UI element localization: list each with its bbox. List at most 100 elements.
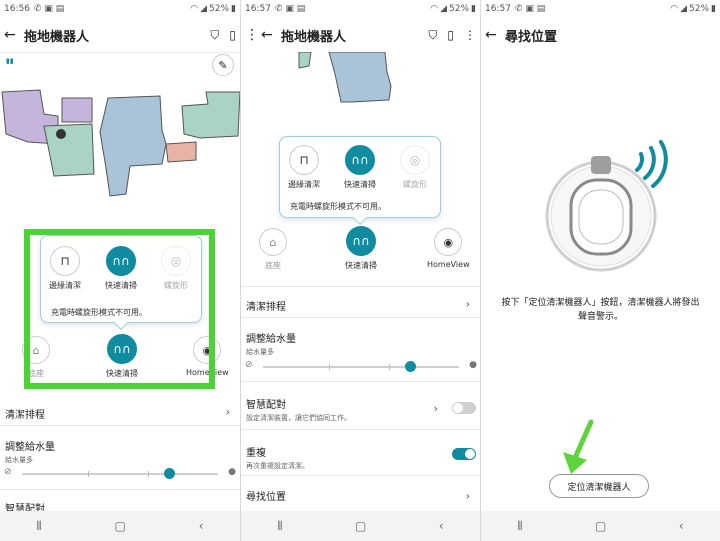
status-time: 16:57 xyxy=(485,4,511,14)
signal-icon: ◢ xyxy=(200,4,208,14)
app-bar: ⋮ ← 拖地機器人 ⛉ ▯ ⋮ xyxy=(241,20,480,50)
water-level-slider[interactable]: ⊘ ● xyxy=(4,467,236,481)
back-nav-icon[interactable]: ‹ xyxy=(439,519,444,533)
slider-knob[interactable] xyxy=(405,361,416,372)
slider-tick xyxy=(147,471,149,477)
quick-clean-icon: ∩∩ xyxy=(346,226,376,256)
recents-icon[interactable]: ⦀ xyxy=(36,519,41,534)
floor-map[interactable] xyxy=(241,52,480,110)
screen-panel-1: 16:56 ✆ ▣ ▤ ◠ ◢ 52% ▮ ← 拖地機器人 ⛉ ▯ ▮▮ ✎ ⊓ 邊緣… xyxy=(0,0,240,541)
page-title: 拖地機器人 xyxy=(24,29,90,45)
mode-quick-clean[interactable]: ∩∩ 快速清掃 xyxy=(344,145,376,190)
schedule-row[interactable]: 清潔排程 › xyxy=(241,290,480,318)
mop-icon[interactable]: ⛉ xyxy=(428,28,437,43)
chevron-right-icon: › xyxy=(225,405,230,418)
water-level-slider[interactable]: ⊘ ● xyxy=(245,360,477,374)
pairing-toggle[interactable] xyxy=(452,402,476,414)
section-divider xyxy=(241,286,480,287)
status-icons: ◠ ◢ 52% ▮ xyxy=(190,4,236,14)
water-drop-icon: ● xyxy=(469,360,477,370)
slider-knob[interactable] xyxy=(164,468,175,479)
battery-level: 52% xyxy=(449,4,470,14)
back-nav-icon[interactable]: ‹ xyxy=(199,519,204,533)
chevron-right-icon: › xyxy=(433,402,438,415)
notification-icons: ✆ ▣ ▤ xyxy=(33,4,65,14)
back-icon[interactable]: ← xyxy=(485,27,501,43)
mode-label: 快速清掃 xyxy=(345,261,377,270)
schedule-label: 清潔排程 xyxy=(246,302,286,313)
repeat-sublabel: 再次重複設定清潔。 xyxy=(246,462,309,470)
water-sublabel: 給水量多 xyxy=(246,348,274,356)
popup-note: 充電時螺旋形模式不可用。 xyxy=(290,202,386,211)
water-sublabel: 給水量多 xyxy=(5,456,33,464)
pairing-row[interactable]: 智慧配對 設定清潔裝置，讓它們協同工作。 › xyxy=(241,388,480,430)
page-title: 拖地機器人 xyxy=(281,29,347,45)
app-bar: ← 尋找位置 xyxy=(481,20,720,50)
recents-icon[interactable]: ⦀ xyxy=(277,519,282,534)
mode-label: 邊緣清潔 xyxy=(288,180,320,189)
slider-tick xyxy=(388,364,390,370)
battery-icon: ▮ xyxy=(471,4,476,14)
mode-label: 底座 xyxy=(265,261,281,270)
system-nav-bar: ⦀ ▢ ‹ xyxy=(0,511,240,541)
repeat-row[interactable]: 重複 再次重複設定清潔。 xyxy=(241,436,480,476)
water-label: 調整給水量 xyxy=(5,442,55,453)
status-time: 16:56 xyxy=(4,4,30,14)
edit-map-button[interactable]: ✎ xyxy=(212,54,234,76)
home-icon[interactable]: ▢ xyxy=(355,519,366,533)
repeat-toggle[interactable] xyxy=(452,448,476,460)
arrow-icon xyxy=(563,419,594,474)
status-bar: 16:57 ✆ ▣ ▤ ◠ ◢ 52% ▮ xyxy=(481,0,720,18)
locate-robot-button[interactable]: 定位清潔機器人 xyxy=(549,474,649,498)
more-icon[interactable]: ⋮ xyxy=(245,27,261,43)
map-badge: ▮▮ xyxy=(6,57,14,65)
locate-row[interactable]: 尋找位置 › xyxy=(241,482,480,510)
back-icon[interactable]: ← xyxy=(261,27,277,43)
schedule-row[interactable]: 清潔排程 › xyxy=(0,398,240,426)
slider-tick xyxy=(328,364,330,370)
instruction-line-1: 按下「定位清潔機器人」按鈕，清潔機器人將發出 xyxy=(501,298,700,308)
back-nav-icon[interactable]: ‹ xyxy=(679,519,684,533)
more-icon[interactable]: ⋮ xyxy=(464,28,476,42)
mode-label: HomeView xyxy=(427,260,470,269)
mode-dock[interactable]: ⌂ 底座 xyxy=(259,228,287,271)
pencil-icon: ✎ xyxy=(218,58,228,72)
home-icon[interactable]: ▢ xyxy=(115,519,126,533)
back-icon[interactable]: ← xyxy=(4,27,20,43)
no-water-icon: ⊘ xyxy=(245,360,253,370)
screen-panel-3: 16:57 ✆ ▣ ▤ ◠ ◢ 52% ▮ ← 尋找位置 按下「定位清潔機器人」按鈕，… xyxy=(481,0,720,541)
notification-icons: ✆ ▣ ▤ xyxy=(274,4,306,14)
edge-clean-icon: ⊓ xyxy=(289,145,319,175)
water-label: 調整給水量 xyxy=(246,334,296,345)
instruction-line-2: 聲音警示。 xyxy=(577,312,623,322)
highlight-box xyxy=(24,229,215,389)
page-title: 尋找位置 xyxy=(505,29,558,45)
slider-tick xyxy=(87,471,89,477)
mode-label: 快速清掃 xyxy=(344,180,376,189)
panel-icon[interactable]: ▯ xyxy=(229,28,236,42)
battery-level: 52% xyxy=(209,4,230,14)
clean-mode-popup: ⊓ 邊緣清潔 ∩∩ 快速清掃 ◎ 螺旋形 充電時螺旋形模式不可用。 xyxy=(279,136,441,218)
mode-edge-clean[interactable]: ⊓ 邊緣清潔 xyxy=(288,145,320,190)
mode-homeview[interactable]: ◉ HomeView xyxy=(427,228,470,269)
wifi-icon: ◠ xyxy=(190,4,199,14)
home-icon[interactable]: ▢ xyxy=(595,519,606,533)
locate-label: 尋找位置 xyxy=(246,492,286,503)
chevron-right-icon: › xyxy=(465,297,470,310)
recents-icon[interactable]: ⦀ xyxy=(517,519,522,534)
status-icons: ◠ ◢ 52% ▮ xyxy=(670,4,716,14)
mop-icon[interactable]: ⛉ xyxy=(210,28,219,43)
status-bar: 16:56 ✆ ▣ ▤ ◠ ◢ 52% ▮ xyxy=(0,0,240,18)
mode-quick-clean-main[interactable]: ∩∩ 快速清掃 xyxy=(345,226,377,271)
wifi-icon: ◠ xyxy=(430,4,439,14)
battery-icon: ▮ xyxy=(231,4,236,14)
system-nav-bar: ⦀ ▢ ‹ xyxy=(481,511,720,541)
status-icons: ◠ ◢ 52% ▮ xyxy=(430,4,476,14)
panel-icon[interactable]: ▯ xyxy=(447,28,454,42)
mode-spiral[interactable]: ◎ 螺旋形 xyxy=(400,145,430,190)
chevron-right-icon: › xyxy=(465,489,470,503)
floor-map[interactable] xyxy=(0,84,240,214)
quick-clean-icon: ∩∩ xyxy=(345,145,375,175)
battery-level: 52% xyxy=(689,4,710,14)
wifi-icon: ◠ xyxy=(670,4,679,14)
